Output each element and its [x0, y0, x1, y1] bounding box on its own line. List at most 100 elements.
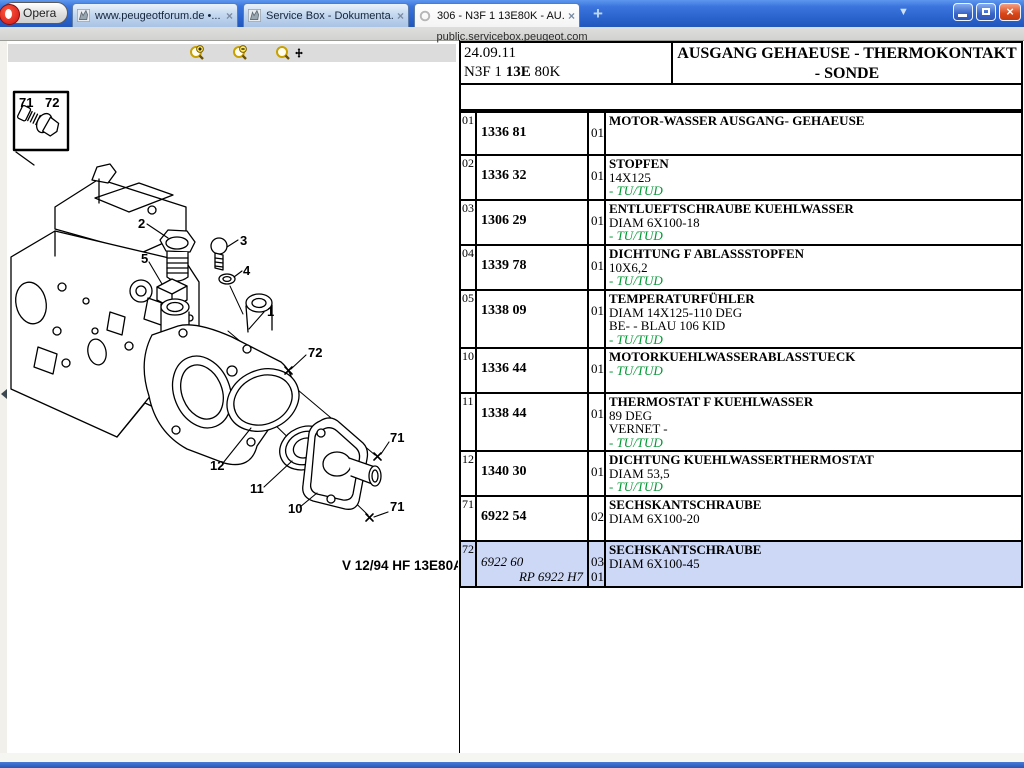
- row-description: TEMPERATURFÜHLERDIAM 14X125-110 DEGBE- -…: [606, 291, 1021, 347]
- diagram-footer-code: V 12/94 HF 13E80A: [342, 558, 458, 573]
- callout-label: 72: [308, 345, 322, 360]
- row-part-number: 6922 54: [477, 497, 589, 540]
- row-qty: 01: [589, 156, 606, 199]
- callout-label: 4: [243, 263, 251, 278]
- window-titlebar: Opera www.peugeotforum.de •...×Service B…: [0, 0, 1024, 27]
- parts-diagram: 71 72 2 3 4 5 1 72 71 71 12 11 10 V 12/9…: [0, 41, 458, 586]
- callout-label: 12: [210, 458, 224, 473]
- loading-spinner-icon: [419, 9, 433, 23]
- header-vehicle-cell: 24.09.11 N3F 1 13E 80K: [461, 43, 673, 84]
- row-ref: 04: [461, 246, 477, 289]
- parts-table: 24.09.11 N3F 1 13E 80K AUSGANG GEHAEUSE …: [459, 41, 1023, 588]
- table-row[interactable]: 716922 5402SECHSKANTSCHRAUBEDIAM 6X100-2…: [461, 497, 1021, 542]
- row-part-number: 1336 32: [477, 156, 589, 199]
- row-description: MOTORKUEHLWASSERABLASSTUECK- TU/TUD: [606, 349, 1021, 392]
- header-gap-row: [459, 85, 1023, 109]
- row-ref: 71: [461, 497, 477, 540]
- callout-label: 2: [138, 216, 145, 231]
- tab-strip: www.peugeotforum.de •...×Service Box - D…: [72, 2, 585, 27]
- table-row[interactable]: 031306 2901ENTLUEFTSCHRAUBE KUEHLWASSERD…: [461, 201, 1021, 246]
- row-description: THERMOSTAT F KUEHLWASSER89 DEGVERNET -- …: [606, 394, 1021, 450]
- tab-title: Service Box - Dokumenta...: [266, 10, 394, 22]
- legend-label-72: 72: [45, 95, 59, 110]
- browser-tab[interactable]: 306 - N3F 1 13E80K - AU...×: [414, 3, 580, 27]
- table-row[interactable]: 041339 7801DICHTUNG F ABLASSSTOPFEN10X6,…: [461, 246, 1021, 291]
- row-description: ENTLUEFTSCHRAUBE KUEHLWASSERDIAM 6X100-1…: [606, 201, 1021, 244]
- peugeot-lion-icon: [77, 9, 91, 23]
- row-qty: 01: [589, 291, 606, 347]
- tab-title: 306 - N3F 1 13E80K - AU...: [437, 10, 565, 22]
- callout-label: 5: [141, 251, 148, 266]
- opera-logo-icon: [0, 4, 20, 25]
- row-qty: 01: [589, 349, 606, 392]
- peugeot-lion-icon: [248, 9, 262, 23]
- row-part-number: 1338 44: [477, 394, 589, 450]
- close-icon: ×: [1000, 4, 1020, 20]
- table-row[interactable]: 121340 3001DICHTUNG KUEHLWASSERTHERMOSTA…: [461, 452, 1021, 497]
- browser-tab[interactable]: Service Box - Dokumenta...×: [243, 3, 409, 27]
- tab-list-chevron-icon[interactable]: ▼: [898, 6, 909, 18]
- restore-button[interactable]: [976, 3, 996, 21]
- table-row[interactable]: 011336 8101MOTOR-WASSER AUSGANG- GEHAEUS…: [461, 113, 1021, 156]
- header-vehicle-code: N3F 1 13E 80K: [464, 63, 668, 82]
- row-ref: 12: [461, 452, 477, 495]
- opera-menu-label: Opera: [23, 6, 56, 20]
- row-description: DICHTUNG KUEHLWASSERTHERMOSTATDIAM 53,5-…: [606, 452, 1021, 495]
- tab-close-icon[interactable]: ×: [568, 9, 575, 23]
- row-part-number: 1339 78: [477, 246, 589, 289]
- callout-label: 10: [288, 501, 302, 516]
- tab-title: www.peugeotforum.de •...: [95, 10, 223, 22]
- row-description: SECHSKANTSCHRAUBEDIAM 6X100-20: [606, 497, 1021, 540]
- address-bar[interactable]: public.servicebox.peugeot.com: [0, 27, 1024, 41]
- row-description: SECHSKANTSCHRAUBEDIAM 6X100-45: [606, 542, 1021, 586]
- tab-close-icon[interactable]: ×: [397, 9, 404, 23]
- row-ref: 02: [461, 156, 477, 199]
- row-qty: 01: [589, 246, 606, 289]
- callout-label: 3: [240, 233, 247, 248]
- row-part-number: 6922 60RP 6922 H7: [477, 542, 589, 586]
- tab-close-icon[interactable]: ×: [226, 9, 233, 23]
- row-qty: 01: [589, 394, 606, 450]
- callout-label: 71: [390, 430, 404, 445]
- minimize-icon: [958, 14, 967, 17]
- table-row[interactable]: 101336 4401MOTORKUEHLWASSERABLASSTUECK- …: [461, 349, 1021, 394]
- window-bottom-border: [0, 762, 1024, 768]
- callout-label: 1: [267, 304, 274, 319]
- table-row[interactable]: 021336 3201STOPFEN14X125- TU/TUD: [461, 156, 1021, 201]
- minimize-button[interactable]: [953, 3, 973, 21]
- legend-label-71: 71: [19, 95, 33, 110]
- callout-label: 71: [390, 499, 404, 514]
- parts-table-header: 24.09.11 N3F 1 13E 80K AUSGANG GEHAEUSE …: [459, 41, 1023, 85]
- parts-table-body: 011336 8101MOTOR-WASSER AUSGANG- GEHAEUS…: [459, 113, 1023, 588]
- callout-label: 11: [250, 481, 264, 496]
- row-qty: 01: [589, 113, 606, 154]
- row-part-number: 1306 29: [477, 201, 589, 244]
- row-description: DICHTUNG F ABLASSSTOPFEN10X6,2- TU/TUD: [606, 246, 1021, 289]
- row-qty: 0301: [589, 542, 606, 586]
- page-title: AUSGANG GEHAEUSE - THERMOKONTAKT - SONDE: [673, 43, 1021, 84]
- table-row[interactable]: 726922 60RP 6922 H70301SECHSKANTSCHRAUBE…: [461, 542, 1021, 588]
- bottom-strip: [0, 753, 1024, 762]
- close-button[interactable]: ×: [999, 3, 1021, 21]
- table-row[interactable]: 051338 0901TEMPERATURFÜHLERDIAM 14X125-1…: [461, 291, 1021, 349]
- row-part-replacement: RP 6922 H7: [481, 569, 585, 584]
- header-date: 24.09.11: [464, 44, 668, 63]
- table-row[interactable]: 111338 4401THERMOSTAT F KUEHLWASSER89 DE…: [461, 394, 1021, 452]
- row-qty: 01: [589, 452, 606, 495]
- row-ref: 10: [461, 349, 477, 392]
- row-ref: 05: [461, 291, 477, 347]
- row-ref: 11: [461, 394, 477, 450]
- restore-icon: [982, 8, 990, 15]
- row-description: STOPFEN14X125- TU/TUD: [606, 156, 1021, 199]
- row-qty: 01: [589, 201, 606, 244]
- row-description: MOTOR-WASSER AUSGANG- GEHAEUSE: [606, 113, 1021, 154]
- opera-menu-button[interactable]: Opera: [2, 2, 68, 24]
- row-ref: 72: [461, 542, 477, 586]
- new-tab-button[interactable]: +: [588, 5, 608, 24]
- row-qty: 02: [589, 497, 606, 540]
- row-ref: 01: [461, 113, 477, 154]
- row-part-number: 1336 81: [477, 113, 589, 154]
- row-part-number: 1336 44: [477, 349, 589, 392]
- browser-tab[interactable]: www.peugeotforum.de •...×: [72, 3, 238, 27]
- row-part-number: 1340 30: [477, 452, 589, 495]
